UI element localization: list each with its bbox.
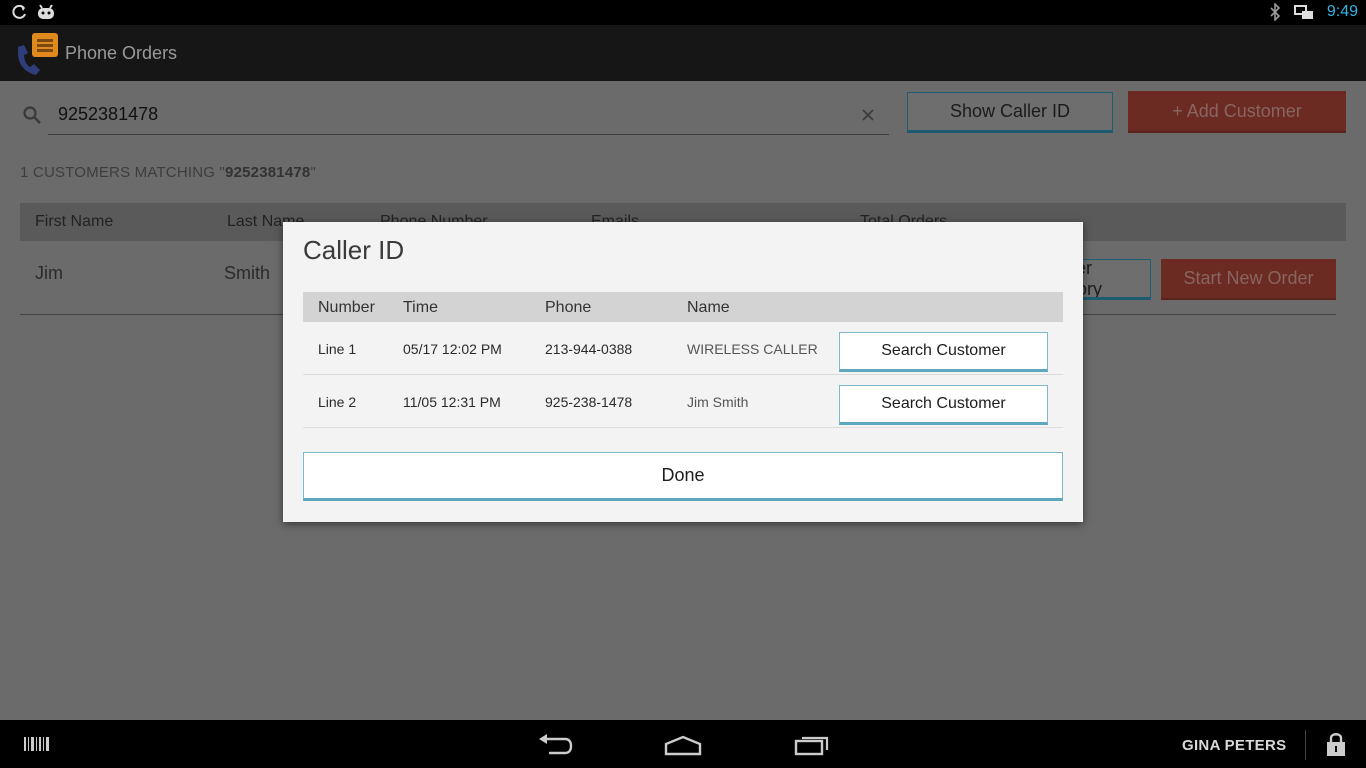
add-customer-button[interactable]: + Add Customer xyxy=(1128,91,1346,133)
lock-icon[interactable] xyxy=(1326,731,1346,757)
search-input[interactable] xyxy=(48,95,889,135)
app-logo-icon xyxy=(18,33,58,75)
cell-time: 11/05 12:31 PM xyxy=(403,394,501,410)
cell-last-name: Smith xyxy=(224,263,271,283)
table-row: Line 1 05/17 12:02 PM 213-944-0388 WIREL… xyxy=(303,322,1063,375)
action-bar: Phone Orders xyxy=(0,25,1366,81)
done-button[interactable]: Done xyxy=(303,452,1063,501)
sync-icon xyxy=(12,4,26,19)
cell-time: 05/17 12:02 PM xyxy=(403,341,502,357)
search-customer-button[interactable]: Search Customer xyxy=(839,332,1048,372)
android-debug-icon xyxy=(38,4,54,19)
close-icon[interactable] xyxy=(860,107,876,123)
results-count: 1 CUSTOMERS MATCHING "9252381478" xyxy=(20,164,316,181)
divider xyxy=(1305,730,1306,760)
column-header-time: Time xyxy=(403,299,438,316)
cell-line: Line 2 xyxy=(318,394,357,410)
cell-line: Line 1 xyxy=(318,341,357,357)
barcode-icon[interactable] xyxy=(24,737,50,751)
clock: 9:49 xyxy=(1326,3,1358,20)
cell-phone: 213-944-0388 xyxy=(545,341,633,357)
bluetooth-icon xyxy=(1270,3,1280,21)
show-caller-id-button[interactable]: Show Caller ID xyxy=(907,92,1113,133)
back-icon[interactable] xyxy=(537,734,573,756)
navigation-bar: GINA PETERS xyxy=(0,720,1366,768)
status-bar: 9:49 xyxy=(0,0,1366,25)
column-header-number: Number xyxy=(318,299,375,316)
cell-phone: 925-238-1478 xyxy=(545,394,633,410)
caller-id-table-header: Number Time Phone Name xyxy=(303,292,1063,322)
results-prefix: 1 CUSTOMERS MATCHING " xyxy=(20,164,226,181)
network-icon xyxy=(1293,5,1313,19)
results-suffix: " xyxy=(310,164,316,181)
home-icon[interactable] xyxy=(664,734,702,756)
cell-first-name: Jim xyxy=(35,263,63,283)
table-row: Line 2 11/05 12:31 PM 925-238-1478 Jim S… xyxy=(303,375,1063,428)
start-new-order-button[interactable]: Start New Order xyxy=(1161,259,1336,300)
cell-name: Jim Smith xyxy=(687,394,749,410)
recent-apps-icon[interactable] xyxy=(794,734,830,756)
app-title: Phone Orders xyxy=(65,43,178,63)
cell-name: WIRELESS CALLER xyxy=(687,341,818,357)
caller-id-table: Number Time Phone Name Line 1 05/17 12:0… xyxy=(303,292,1063,428)
column-header-first-name: First Name xyxy=(35,213,114,230)
column-header-name: Name xyxy=(687,299,730,316)
column-header-phone: Phone xyxy=(545,299,592,316)
search-customer-button[interactable]: Search Customer xyxy=(839,385,1048,425)
user-name: GINA PETERS xyxy=(1182,737,1287,754)
search-icon xyxy=(23,106,41,124)
dialog-title: Caller ID xyxy=(303,235,405,265)
caller-id-dialog: Caller ID Number Time Phone Name Line 1 … xyxy=(283,222,1083,522)
results-query: 9252381478 xyxy=(225,164,311,181)
